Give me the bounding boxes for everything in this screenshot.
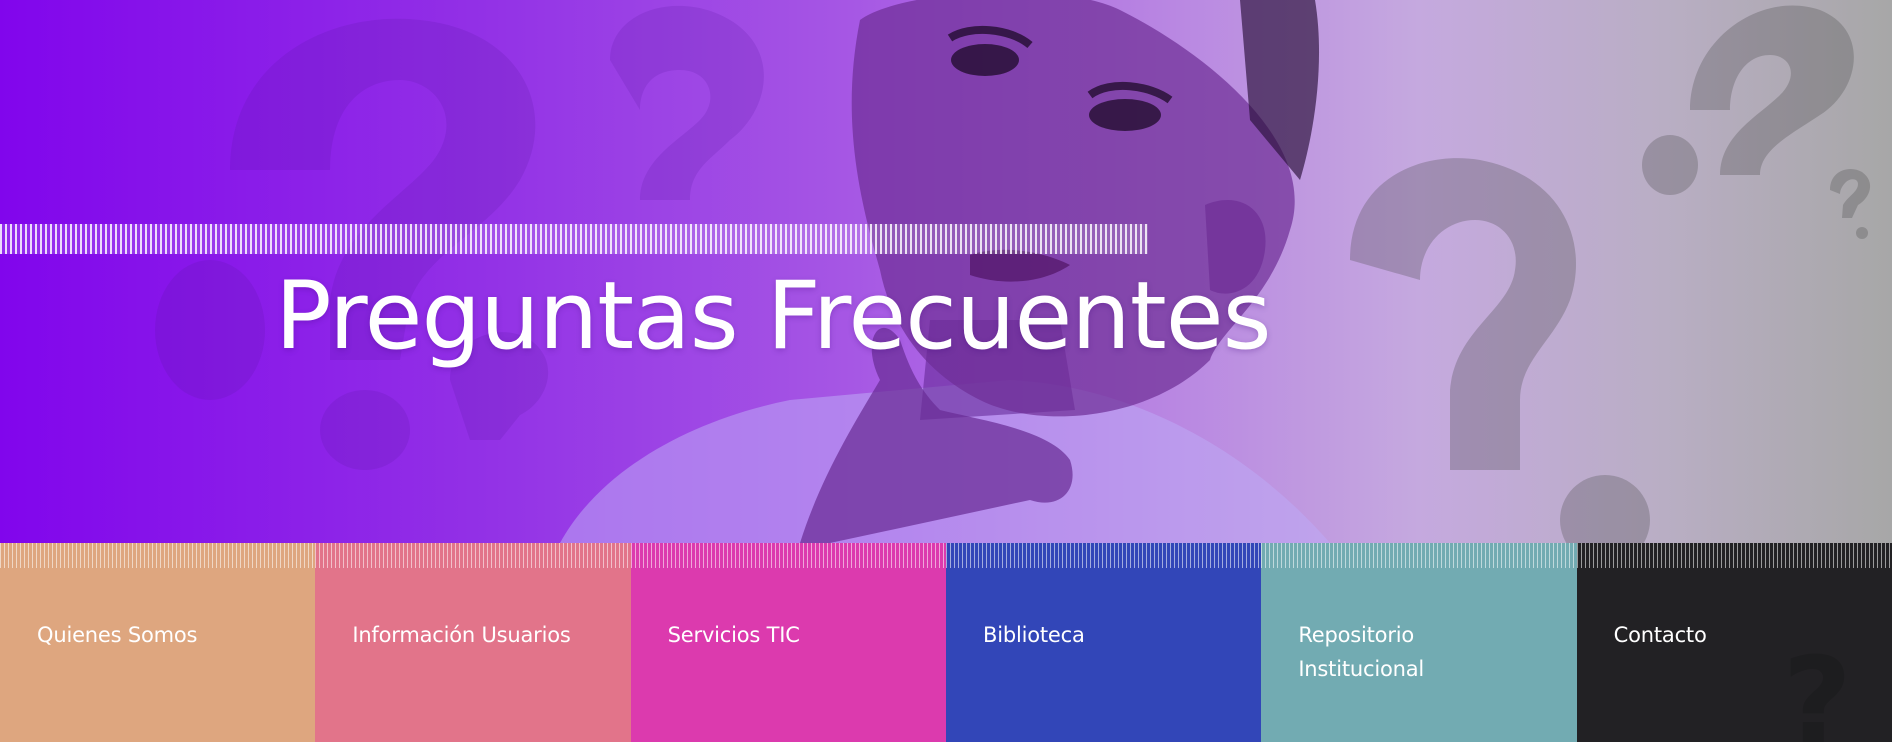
hero-banner: Preguntas Frecuentes (0, 0, 1892, 543)
hero-decorative-stripe (0, 224, 1148, 254)
nav-tile-label: Biblioteca (982, 623, 1085, 647)
nav-tile-label: Servicios TIC (667, 623, 800, 647)
section-nav: Quienes Somos Información Usuarios Servi… (0, 543, 1892, 742)
nav-tile-biblioteca[interactable]: Biblioteca (945, 543, 1262, 742)
nav-tile-quienes-somos[interactable]: Quienes Somos (0, 543, 316, 742)
page-title: Preguntas Frecuentes (275, 262, 1272, 371)
question-mark-icon: ? (1782, 633, 1852, 742)
nav-tile-label: Repositorio Institucional (1298, 623, 1425, 681)
nav-tile-label: Información Usuarios (352, 623, 571, 647)
page: Preguntas Frecuentes Quienes Somos Infor… (0, 0, 1892, 742)
nav-tile-repositorio-institucional[interactable]: Repositorio Institucional (1261, 543, 1577, 742)
nav-tile-label: Quienes Somos (37, 623, 198, 647)
nav-tile-informacion-usuarios[interactable]: Información Usuarios (315, 543, 631, 742)
nav-tile-contacto[interactable]: Contacto ? (1576, 543, 1892, 742)
nav-tile-servicios-tic[interactable]: Servicios TIC (630, 543, 946, 742)
